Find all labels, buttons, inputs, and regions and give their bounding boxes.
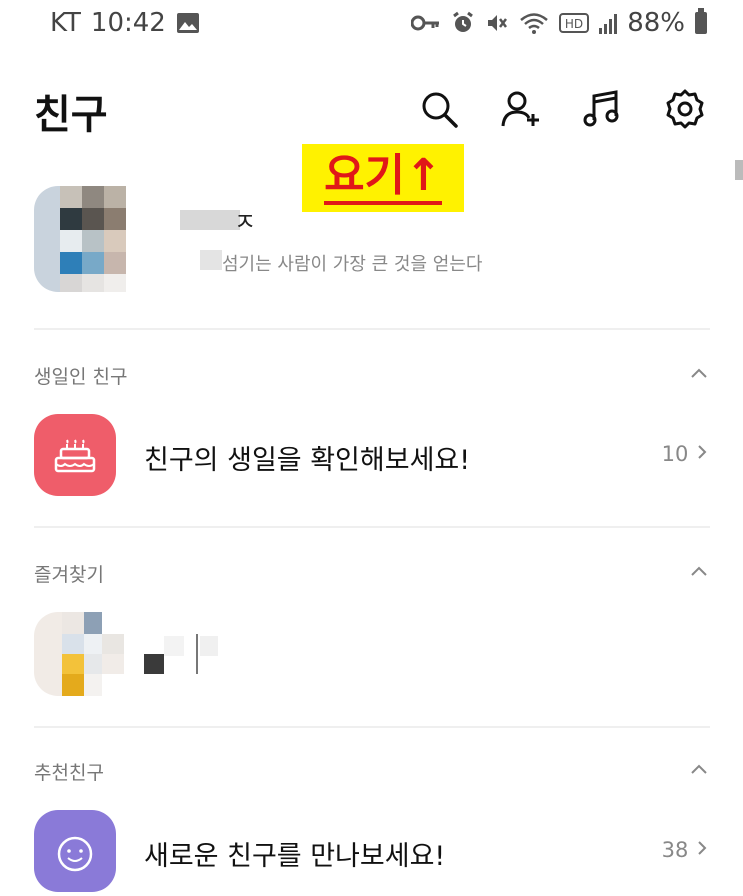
divider <box>34 526 710 528</box>
section-title-favorites: 즐겨찾기 <box>34 564 104 586</box>
cake-icon <box>54 439 96 473</box>
alarm-icon <box>453 11 474 32</box>
annotation-label: 요기↑ <box>302 144 464 212</box>
favorite-name-redacted <box>196 634 198 674</box>
profile-name-redacted <box>180 210 240 230</box>
divider <box>34 726 710 728</box>
profile-avatar[interactable] <box>34 186 142 292</box>
smile-icon <box>34 810 116 892</box>
annotation-text: 요기↑ <box>324 151 442 205</box>
clock: 10:42 <box>90 8 166 38</box>
section-title-recommend: 추천친구 <box>34 762 104 784</box>
music-icon[interactable] <box>582 88 624 130</box>
favorite-name-redacted <box>164 636 184 656</box>
battery-percent: 88% <box>627 8 685 38</box>
profile-status-message: 섬기는 사람이 가장 큰 것을 얻는다 <box>222 254 483 275</box>
page-title: 친구 <box>34 92 108 138</box>
settings-icon[interactable] <box>664 88 706 130</box>
profile-name: ㅈ <box>234 208 257 236</box>
signal-icon <box>599 12 618 34</box>
gallery-icon <box>176 13 199 33</box>
friends-header: 친구 <box>0 70 743 150</box>
birthday-cake-icon <box>34 414 116 496</box>
favorite-name-redacted <box>200 636 218 656</box>
chevron-right-icon <box>698 445 707 459</box>
smile-face-icon <box>57 836 93 872</box>
divider <box>34 328 710 330</box>
add-friend-icon[interactable] <box>500 88 542 130</box>
recommend-count: 38 <box>661 838 689 862</box>
chevron-up-icon[interactable] <box>689 364 709 384</box>
search-icon[interactable] <box>418 88 460 130</box>
recommend-row-text: 새로운 친구를 만나보세요! <box>144 841 446 872</box>
chevron-up-icon[interactable] <box>689 760 709 780</box>
birthday-row-text: 친구의 생일을 확인해보세요! <box>144 445 471 476</box>
battery-icon <box>695 8 707 34</box>
chevron-right-icon <box>698 841 707 855</box>
status-bar: KT 10:42 HD 88% <box>0 0 743 54</box>
status-redacted <box>200 250 222 270</box>
key-icon <box>411 15 440 31</box>
birthday-count: 10 <box>661 442 689 466</box>
chevron-up-icon[interactable] <box>689 562 709 582</box>
carrier-label: KT <box>50 8 81 38</box>
mute-icon <box>488 15 508 31</box>
hd-voice-icon: HD <box>559 13 590 33</box>
section-title-birthday: 생일인 친구 <box>34 366 128 388</box>
favorite-name-redacted <box>144 654 164 674</box>
svg-text:HD: HD <box>565 17 583 31</box>
wifi-icon <box>520 13 549 34</box>
favorite-avatar <box>34 612 124 696</box>
scrollbar-thumb[interactable] <box>735 160 743 180</box>
